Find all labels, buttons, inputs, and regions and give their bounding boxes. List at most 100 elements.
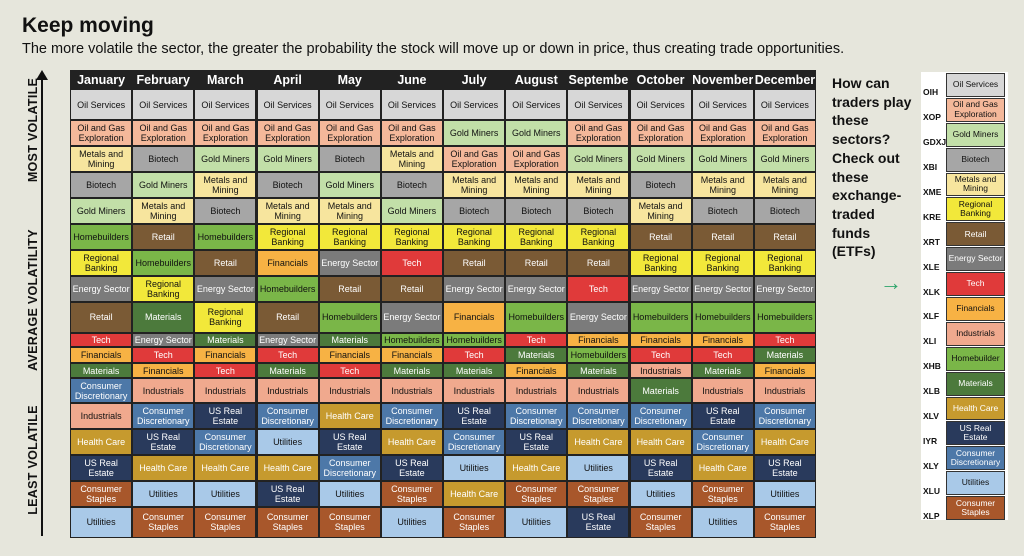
- etf-ticker: XLF: [923, 311, 940, 322]
- y-label-least: LEAST VOLATILE: [26, 405, 40, 515]
- sector-cell: Biotech: [754, 198, 815, 223]
- etf-sector-cell: Tech: [946, 272, 1005, 296]
- sector-cell: Oil Services: [319, 90, 380, 120]
- sector-cell: Utilities: [630, 481, 691, 506]
- sector-cell: Financials: [506, 363, 567, 378]
- sector-cell: Consumer Staples: [195, 507, 256, 537]
- sector-cell: Retail: [381, 276, 442, 301]
- sector-cell: Consumer Discretionary: [506, 404, 567, 429]
- etf-ticker: XLE: [923, 261, 940, 272]
- sector-cell: Metals and Mining: [754, 172, 815, 197]
- sector-cell: Retail: [692, 224, 753, 249]
- sector-cell: Utilities: [319, 481, 380, 506]
- etf-ticker: XLI: [923, 336, 937, 347]
- etf-ticker: KRE: [923, 211, 941, 222]
- sector-cell: Health Care: [754, 430, 815, 455]
- sector-cell: Health Care: [71, 430, 132, 455]
- chart-title: Keep moving: [22, 14, 154, 37]
- sector-cell: Materials: [506, 348, 567, 362]
- sector-cell: Retail: [506, 250, 567, 275]
- sector-cell: Energy Sector: [630, 276, 691, 301]
- etf-promo-text: How can traders play these sectors? Chec…: [832, 75, 912, 260]
- month-header: November: [692, 72, 753, 87]
- sector-cell: Energy Sector: [381, 302, 442, 332]
- sector-cell: Metals and Mining: [506, 172, 567, 197]
- sector-cell: Retail: [257, 302, 318, 332]
- sector-cell: Regional Banking: [754, 250, 815, 275]
- sector-cell: Gold Miners: [133, 172, 194, 197]
- sector-cell: Retail: [630, 224, 691, 249]
- sector-cell: Utilities: [195, 481, 256, 506]
- sector-cell: Oil Services: [506, 90, 567, 120]
- sector-cell: Consumer Staples: [319, 507, 380, 537]
- sector-cell: US Real Estate: [506, 430, 567, 455]
- sector-cell: Homebuilders: [195, 224, 256, 249]
- sector-cell: Oil and Gas Exploration: [257, 121, 318, 146]
- sector-cell: Materials: [754, 348, 815, 362]
- sector-cell: Gold Miners: [257, 147, 318, 171]
- etf-ticker: IYR: [923, 435, 938, 446]
- sector-cell: Homebuilders: [506, 302, 567, 332]
- sector-cell: Regional Banking: [692, 250, 753, 275]
- etf-ticker: XLB: [923, 386, 940, 397]
- volatility-axis-line: [41, 76, 43, 536]
- sector-cell: Retail: [195, 250, 256, 275]
- sector-cell: Utilities: [444, 456, 505, 480]
- sector-cell: Biotech: [444, 198, 505, 223]
- sector-cell: Health Care: [381, 430, 442, 455]
- sector-cell: Tech: [381, 250, 442, 275]
- etf-sector-cell: Gold Miners: [946, 122, 1005, 147]
- sector-cell: Energy Sector: [444, 276, 505, 301]
- sector-cell: Industrials: [692, 379, 753, 403]
- etf-sector-cell: Retail: [946, 222, 1005, 247]
- sector-cell: Gold Miners: [568, 147, 629, 171]
- sector-cell: Metals and Mining: [195, 172, 256, 197]
- sector-cell: Biotech: [568, 198, 629, 223]
- sector-cell: Retail: [754, 224, 815, 249]
- sector-cell: Metals and Mining: [444, 172, 505, 197]
- chart-subtitle: The more volatile the sector, the greate…: [22, 41, 845, 57]
- sector-cell: Regional Banking: [319, 224, 380, 249]
- sector-cell: Regional Banking: [630, 250, 691, 275]
- sector-cell: Energy Sector: [195, 276, 256, 301]
- sector-cell: Oil and Gas Exploration: [195, 121, 256, 146]
- sector-cell: Consumer Discretionary: [568, 404, 629, 429]
- sector-cell: Oil and Gas Exploration: [568, 121, 629, 146]
- sector-cell: Utilities: [257, 430, 318, 455]
- month-header: October: [636, 72, 685, 87]
- sector-cell: Oil and Gas Exploration: [630, 121, 691, 146]
- sector-cell: Materials: [692, 363, 753, 378]
- sector-cell: Energy Sector: [257, 333, 318, 347]
- sector-cell: Retail: [568, 250, 629, 275]
- sector-cell: Gold Miners: [630, 147, 691, 171]
- sector-cell: Energy Sector: [692, 276, 753, 301]
- sector-cell: Health Care: [692, 456, 753, 480]
- y-label-most: MOST VOLATILE: [26, 77, 40, 183]
- sector-cell: Regional Banking: [71, 250, 132, 275]
- sector-cell: Oil Services: [381, 90, 442, 120]
- sector-cell: Biotech: [630, 172, 691, 197]
- sector-cell: Financials: [754, 363, 815, 378]
- sector-cell: Homebuilders: [630, 302, 691, 332]
- sector-cell: Tech: [195, 363, 256, 378]
- sector-cell: Tech: [568, 276, 629, 301]
- sector-cell: Oil Services: [444, 90, 505, 120]
- sector-cell: Utilities: [381, 507, 442, 537]
- sector-cell: Tech: [506, 333, 567, 347]
- sector-cell: Metals and Mining: [71, 147, 132, 171]
- month-header: Septembe: [568, 72, 629, 87]
- sector-cell: Gold Miners: [319, 172, 380, 197]
- sector-cell: Gold Miners: [692, 147, 753, 171]
- sector-cell: Materials: [133, 302, 194, 332]
- sector-cell: Industrials: [195, 379, 256, 403]
- sector-cell: Consumer Discretionary: [319, 456, 380, 480]
- sector-cell: Tech: [71, 333, 132, 347]
- sector-cell: Metals and Mining: [133, 198, 194, 223]
- sector-cell: Regional Banking: [133, 276, 194, 301]
- sector-cell: US Real Estate: [444, 404, 505, 429]
- sector-cell: US Real Estate: [630, 456, 691, 480]
- sector-cell: Industrials: [257, 379, 318, 403]
- sector-cell: Oil and Gas Exploration: [754, 121, 815, 146]
- month-header: December: [754, 72, 815, 87]
- sector-cell: Consumer Discretionary: [630, 404, 691, 429]
